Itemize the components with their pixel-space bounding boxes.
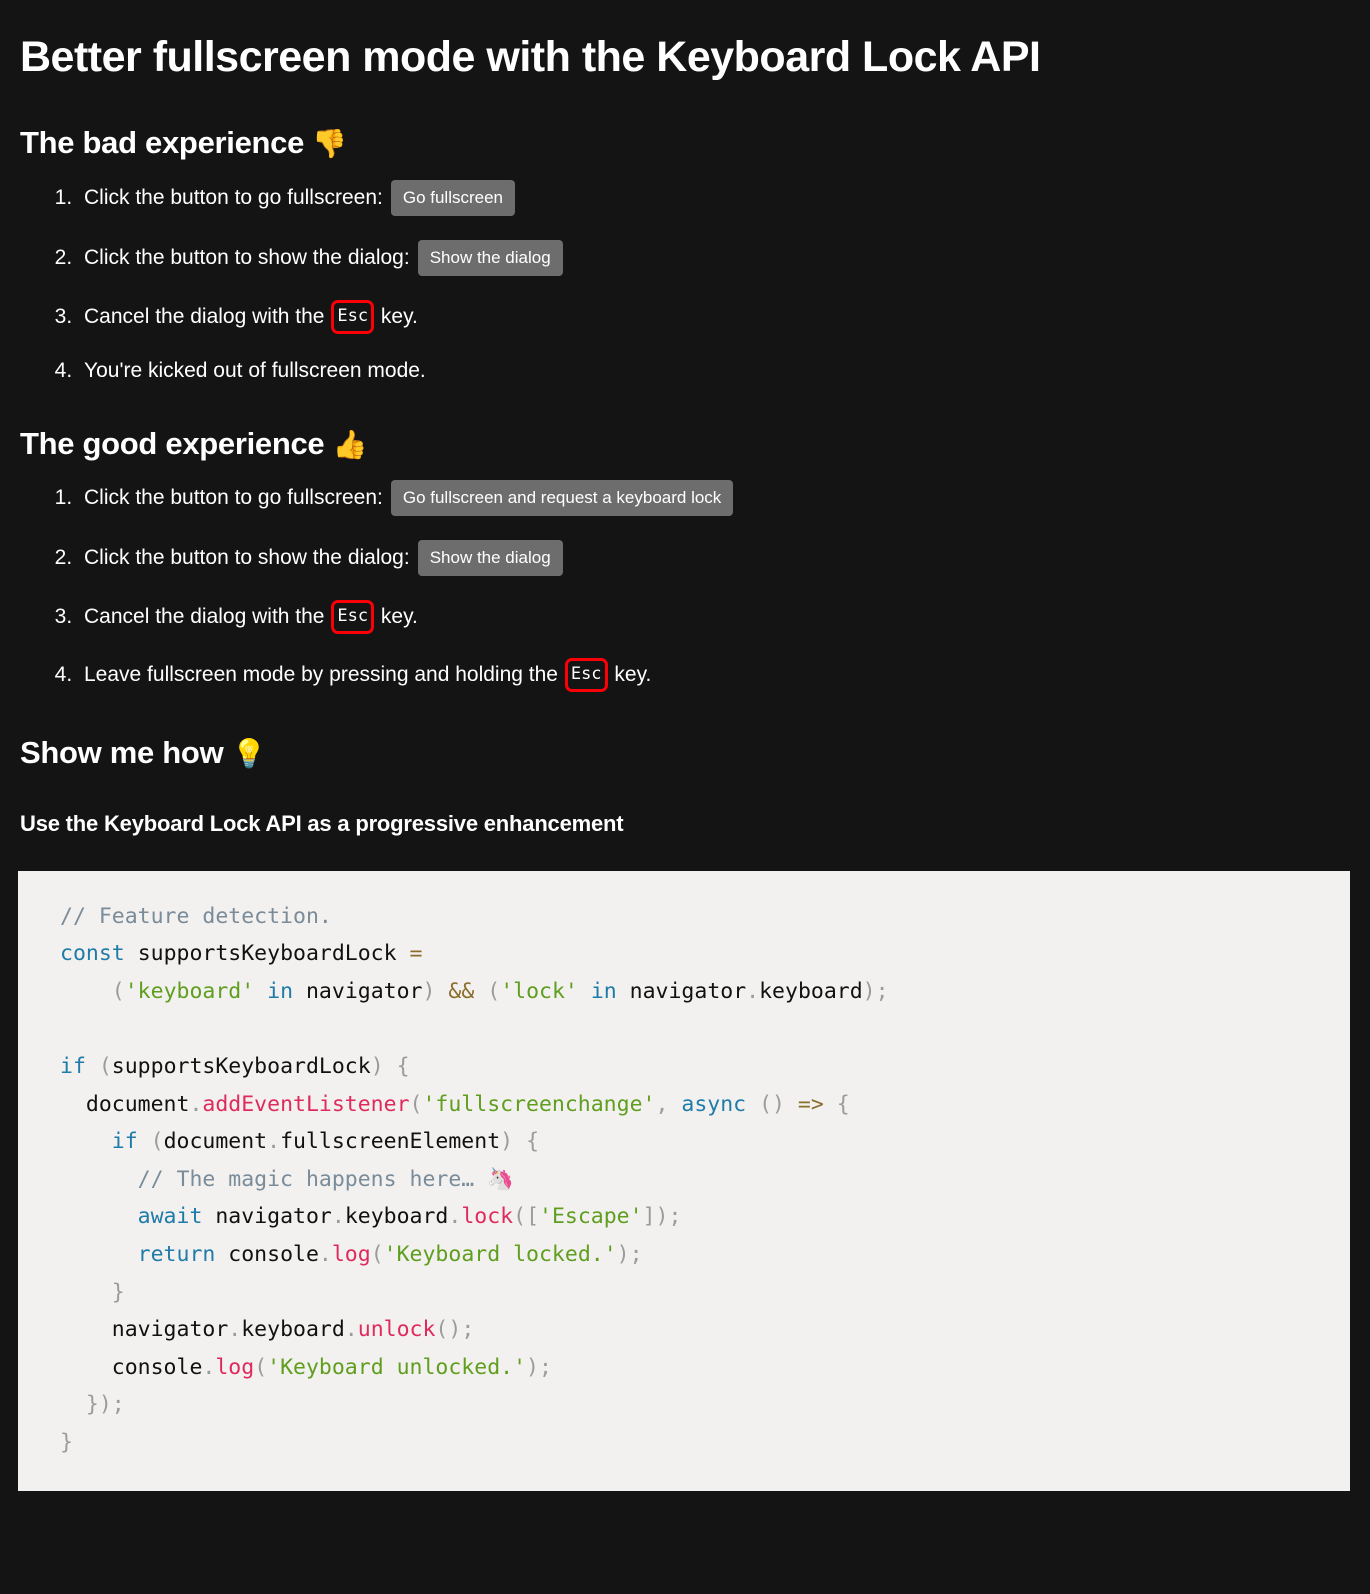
list-item: Click the button to show the dialog: Show…: [78, 239, 1370, 276]
section-heading-how-text: Show me how: [20, 735, 224, 770]
go-fullscreen-button[interactable]: Go fullscreen: [390, 179, 516, 216]
lightbulb-icon: 💡: [231, 737, 267, 770]
steps-list-good: Click the button to go fullscreen: Go ful…: [0, 462, 1370, 692]
step-text: Click the button to show the dialog:: [84, 246, 410, 270]
section-heading-bad: The bad experience 👎: [0, 82, 1370, 161]
esc-key-badge: Esc: [564, 658, 608, 692]
page-root: Better fullscreen mode with the Keyboard…: [0, 0, 1370, 1594]
steps-list-bad: Click the button to go fullscreen: Go ful…: [0, 162, 1370, 383]
list-item: Click the button to go fullscreen: Go ful…: [78, 179, 1370, 216]
thumbs-up-icon: 👍: [332, 427, 368, 461]
step-text: You're kicked out of fullscreen mode.: [84, 358, 426, 382]
code-block: // Feature detection. const supportsKeyb…: [18, 870, 1350, 1492]
step-text-after: key.: [380, 305, 418, 329]
section-heading-good-text: The good experience: [20, 425, 325, 461]
section-heading-good: The good experience 👍: [0, 383, 1370, 462]
step-text-after: key.: [380, 605, 418, 629]
list-item: Cancel the dialog with the Esc key.: [78, 600, 1370, 634]
list-item: You're kicked out of fullscreen mode.: [78, 358, 1370, 383]
list-item: Cancel the dialog with the Esc key.: [78, 299, 1370, 334]
step-text: Cancel the dialog with the: [84, 305, 325, 329]
esc-key-badge: Esc: [331, 600, 375, 634]
step-text: Cancel the dialog with the: [84, 605, 325, 629]
step-text: Click the button to go fullscreen:: [84, 486, 383, 510]
list-item: Click the button to show the dialog: Show…: [78, 540, 1370, 576]
section-heading-how: Show me how 💡: [0, 692, 1370, 771]
code-content: // Feature detection. const supportsKeyb…: [60, 903, 889, 1455]
go-fullscreen-keyboard-lock-button[interactable]: Go fullscreen and request a keyboard loc…: [390, 480, 734, 516]
thumbs-down-icon: 👎: [312, 127, 347, 161]
step-text-after: key.: [614, 663, 652, 687]
step-text: Click the button to go fullscreen:: [84, 186, 383, 210]
show-the-dialog-button[interactable]: Show the dialog: [417, 540, 563, 576]
bottom-spacer: [0, 1491, 1370, 1513]
page-title: Better fullscreen mode with the Keyboard…: [20, 33, 1041, 81]
sub-heading-progressive-enhancement: Use the Keyboard Lock API as a progressi…: [20, 811, 624, 837]
list-item: Click the button to go fullscreen: Go ful…: [78, 480, 1370, 516]
list-item: Leave fullscreen mode by pressing and ho…: [78, 658, 1370, 692]
step-text: Leave fullscreen mode by pressing and ho…: [84, 663, 558, 687]
section-heading-bad-text: The bad experience: [20, 125, 305, 161]
esc-key-badge: Esc: [331, 299, 375, 334]
show-the-dialog-button[interactable]: Show the dialog: [417, 239, 563, 276]
step-text: Click the button to show the dialog:: [84, 546, 410, 570]
